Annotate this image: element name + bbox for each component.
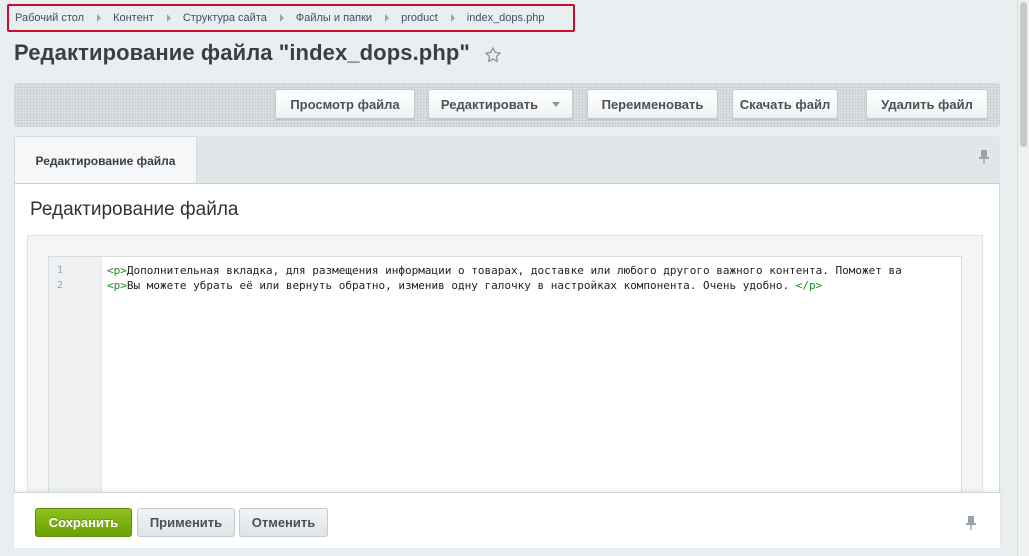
breadcrumb-item-site-structure[interactable]: Структура сайта bbox=[183, 12, 267, 24]
code-open-tag: <p> bbox=[107, 279, 127, 292]
line-number: 1 bbox=[56, 265, 63, 276]
title-row: Редактирование файла "index_dops.php" bbox=[14, 40, 502, 66]
cancel-label: Отменить bbox=[251, 515, 316, 530]
breadcrumb-separator-icon bbox=[385, 14, 390, 22]
code-line[interactable]: <p>Дополнительная вкладка, для размещени… bbox=[107, 264, 902, 277]
page-scrollbar[interactable] bbox=[1017, 0, 1029, 556]
rename-button[interactable]: Переименовать bbox=[587, 89, 718, 119]
line-number-gutter: 1 2 bbox=[49, 257, 102, 495]
tab-edit-file-label: Редактирование файла bbox=[35, 153, 176, 168]
apply-label: Применить bbox=[149, 515, 223, 530]
breadcrumb-item-content[interactable]: Контент bbox=[113, 12, 154, 24]
edit-panel: Редактирование файла 1 2 <p>Дополнительн… bbox=[14, 183, 1000, 496]
code-line[interactable]: <p>Вы можете убрать её или вернуть обрат… bbox=[107, 279, 822, 292]
breadcrumb-separator-icon bbox=[450, 14, 455, 22]
breadcrumb-separator-icon bbox=[279, 14, 284, 22]
edit-label: Редактировать bbox=[440, 96, 539, 112]
chevron-down-icon bbox=[552, 101, 561, 107]
view-file-button[interactable]: Просмотр файла bbox=[275, 89, 415, 119]
editor-container: 1 2 <p>Дополнительная вкладка, для разме… bbox=[27, 235, 983, 496]
breadcrumb-separator-icon bbox=[97, 14, 102, 22]
code-text: Дополнительная вкладка, для размещения и… bbox=[126, 264, 902, 277]
form-footer: Сохранить Применить Отменить bbox=[14, 492, 1000, 548]
delete-file-button[interactable]: Удалить файл bbox=[866, 89, 988, 119]
page: Рабочий стол Контент Структура сайта Фай… bbox=[0, 0, 1029, 556]
breadcrumb-item-desktop[interactable]: Рабочий стол bbox=[15, 12, 84, 24]
line-number: 2 bbox=[56, 280, 63, 291]
bottom-strip bbox=[0, 548, 1017, 556]
save-label: Сохранить bbox=[48, 515, 119, 530]
action-toolbar: Просмотр файла Редактировать Переименова… bbox=[14, 83, 1000, 127]
pin-icon[interactable] bbox=[964, 515, 978, 531]
breadcrumb: Рабочий стол Контент Структура сайта Фай… bbox=[7, 4, 575, 32]
delete-file-label: Удалить файл bbox=[881, 96, 973, 112]
code-text: Вы можете убрать её или вернуть обратно,… bbox=[126, 279, 796, 292]
scrollbar-thumb[interactable] bbox=[1020, 2, 1027, 147]
breadcrumb-item-product[interactable]: product bbox=[401, 12, 438, 24]
pin-icon[interactable] bbox=[977, 149, 991, 165]
code-close-tag: </p> bbox=[795, 279, 823, 292]
rename-label: Переименовать bbox=[601, 96, 704, 112]
tab-edit-file[interactable]: Редактирование файла bbox=[14, 136, 197, 184]
code-editor[interactable]: 1 2 <p>Дополнительная вкладка, для разме… bbox=[48, 256, 962, 496]
apply-button[interactable]: Применить bbox=[137, 508, 235, 537]
cancel-button[interactable]: Отменить bbox=[239, 508, 328, 537]
save-button[interactable]: Сохранить bbox=[35, 508, 132, 537]
code-open-tag: <p> bbox=[107, 264, 127, 277]
download-file-label: Скачать файл bbox=[739, 96, 831, 112]
breadcrumb-item-files-folders[interactable]: Файлы и папки bbox=[296, 12, 372, 24]
panel-heading: Редактирование файла bbox=[30, 199, 239, 220]
download-file-button[interactable]: Скачать файл bbox=[732, 89, 838, 119]
page-title: Редактирование файла "index_dops.php" bbox=[14, 40, 470, 65]
edit-dropdown-button[interactable]: Редактировать bbox=[428, 89, 573, 119]
star-outline-icon[interactable] bbox=[484, 46, 502, 64]
breadcrumb-separator-icon bbox=[166, 14, 171, 22]
view-file-label: Просмотр файла bbox=[290, 96, 400, 112]
tab-bar: Редактирование файла bbox=[14, 136, 1000, 184]
breadcrumb-item-current-file: index_dops.php bbox=[466, 12, 545, 24]
